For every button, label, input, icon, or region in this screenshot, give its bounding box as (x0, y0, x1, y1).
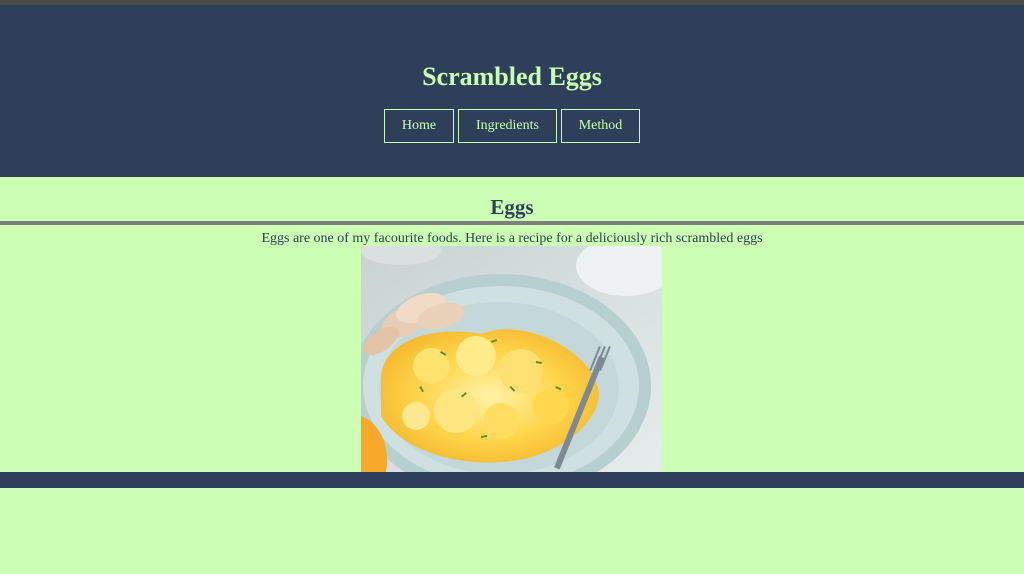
nav-method-link[interactable]: Method (561, 109, 640, 143)
nav-ingredients-link[interactable]: Ingredients (458, 109, 557, 143)
site-header: Scrambled Eggs Home Ingredients Method (0, 5, 1024, 177)
intro-text: Eggs are one of my facourite foods. Here… (261, 231, 763, 246)
site-title: Scrambled Eggs (422, 62, 602, 91)
main-nav: Home Ingredients Method (0, 109, 1024, 143)
site-footer (0, 472, 1024, 488)
section-heading: Eggs (490, 195, 534, 219)
section-divider (0, 221, 1024, 225)
nav-home-link[interactable]: Home (384, 109, 454, 143)
scrambled-eggs-photo (361, 246, 662, 472)
